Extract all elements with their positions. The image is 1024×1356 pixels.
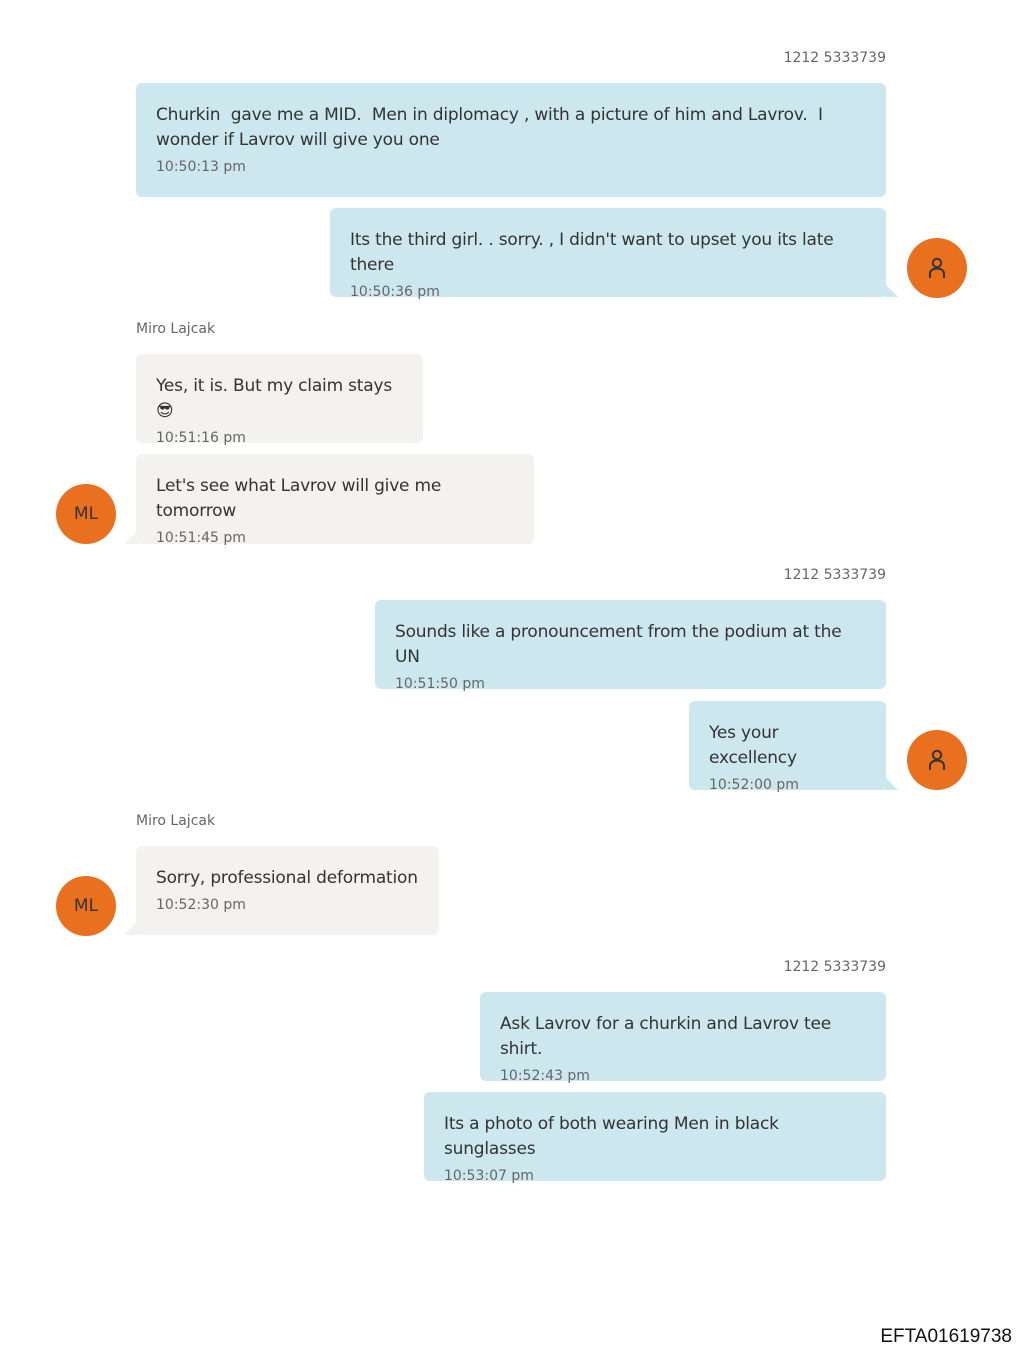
message-timestamp: 10:53:07 pm [444,1168,534,1184]
message-bubble-incoming: Yes, it is. But my claim stays😎 10:51:16… [136,354,423,446]
message-text: Its a photo of both wearing Men in black… [444,1114,785,1159]
message-timestamp: 10:52:43 pm [500,1068,590,1084]
bubble-tail [124,921,138,935]
message-bubble-outgoing: Its the third girl. . sorry. , I didn't … [330,208,898,300]
message-text: Yes, it is. But my claim stays😎 [156,376,392,421]
message-text: Sounds like a pronouncement from the pod… [395,622,847,667]
message-bubble-outgoing: Sounds like a pronouncement from the pod… [375,600,886,692]
message-bubble-incoming: Sorry, professional deformation 10:52:30… [124,846,439,935]
message-bubble-outgoing: Churkin gave me a MID. Men in diplomacy … [136,83,886,197]
message-text: Ask Lavrov for a churkin and Lavrov tee … [500,1014,837,1059]
avatar-initials: ML [56,484,116,544]
sender-label-outgoing: 1212 5333739 [783,567,886,583]
bubble-tail [124,530,138,544]
message-text: Sorry, professional deformation [156,868,418,888]
message-timestamp: 10:50:36 pm [350,284,440,300]
message-text: Its the third girl. . sorry. , I didn't … [350,230,839,275]
message-bubble-outgoing: Yes your excellency 10:52:00 pm [689,701,898,793]
message-text: Let's see what Lavrov will give me tomor… [156,476,447,521]
message-timestamp: 10:51:16 pm [156,430,246,446]
message-timestamp: 10:52:00 pm [709,777,799,793]
message-bubble-outgoing: Its a photo of both wearing Men in black… [424,1092,886,1184]
bubble-tail [884,776,898,790]
message-timestamp: 10:51:45 pm [156,530,246,546]
sender-label-outgoing: 1212 5333739 [783,959,886,975]
sender-label-outgoing: 1212 5333739 [783,50,886,66]
document-id: EFTA01619738 [880,1326,1012,1347]
message-text: Yes your excellency [709,723,797,768]
avatar-initials: ML [56,876,116,936]
sender-label-incoming: Miro Lajcak [136,321,216,337]
bubble-tail [884,283,898,297]
message-bubble-incoming: Let's see what Lavrov will give me tomor… [124,454,534,546]
message-timestamp: 10:52:30 pm [156,897,246,913]
sender-label-incoming: Miro Lajcak [136,813,216,829]
message-text: Churkin gave me a MID. Men in diplomacy … [156,105,829,150]
person-icon [907,238,967,298]
message-timestamp: 10:50:13 pm [156,159,246,175]
person-icon [907,730,967,790]
message-timestamp: 10:51:50 pm [395,676,485,692]
message-bubble-outgoing: Ask Lavrov for a churkin and Lavrov tee … [480,992,886,1084]
